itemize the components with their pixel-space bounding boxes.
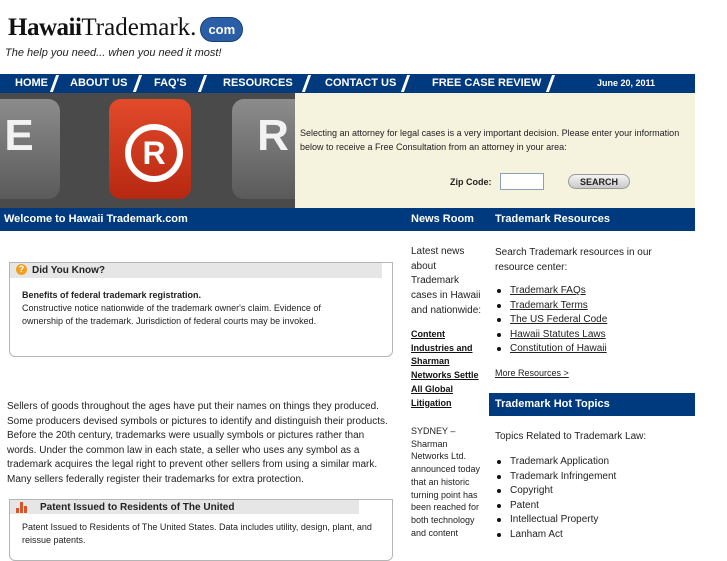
nav-home[interactable]: HOME	[15, 74, 48, 93]
did-you-know-tab: ? Did You Know?	[9, 262, 382, 278]
resources-intro: Search Trademark resources in our resour…	[495, 247, 652, 273]
list-item: Intellectual Property	[495, 513, 616, 528]
tagline: The help you need... when you need it mo…	[5, 47, 222, 59]
list-item: Trademark Application	[495, 455, 616, 470]
news-headline-link[interactable]: Content Industries and Sharman Networks …	[411, 328, 483, 410]
zip-code-input[interactable]	[500, 173, 544, 190]
news-room-heading: News Room	[405, 208, 489, 231]
logo-bold-text: Hawaii	[8, 14, 82, 41]
list-item[interactable]: Trademark FAQs	[495, 284, 607, 299]
resource-link-faqs[interactable]: Trademark FAQs	[510, 285, 586, 296]
list-item[interactable]: Constitution of Hawaii	[495, 342, 607, 357]
nav-divider	[301, 75, 312, 92]
key-registered: R	[109, 99, 191, 199]
bar-chart-icon	[16, 502, 28, 513]
hero-keyboard-image: E R R	[0, 93, 295, 208]
nav-about-us[interactable]: ABOUT US	[70, 74, 127, 93]
hot-topics-list: Trademark Application Trademark Infringe…	[495, 455, 616, 543]
list-item[interactable]: Hawaii Statutes Laws	[495, 328, 607, 343]
zip-code-label: Zip Code:	[450, 177, 492, 187]
list-item: Copyright	[495, 484, 616, 499]
nav-free-case-review[interactable]: FREE CASE REVIEW	[432, 74, 541, 93]
hot-topics-heading: Trademark Hot Topics	[489, 393, 695, 416]
resource-link-federal-code[interactable]: The US Federal Code	[510, 314, 607, 325]
more-resources-link[interactable]: More Resources >	[495, 368, 569, 378]
nav-divider	[545, 75, 556, 92]
welcome-heading: Welcome to Hawaii Trademark.com	[0, 208, 405, 231]
resource-link-terms[interactable]: Trademark Terms	[510, 300, 588, 311]
did-you-know-title: Did You Know?	[32, 265, 105, 276]
logo-text: Trademark.	[81, 14, 197, 41]
fact-title: Benefits of federal trademark registrati…	[22, 290, 202, 300]
nav-date: June 20, 2011	[597, 78, 656, 88]
list-item[interactable]: The US Federal Code	[495, 313, 607, 328]
resources-list: Trademark FAQs Trademark Terms The US Fe…	[495, 284, 607, 357]
patent-tab: Patent Issued to Residents of The United	[9, 499, 359, 514]
list-item: Lanham Act	[495, 528, 616, 543]
registered-symbol-icon: R	[125, 124, 183, 182]
consultation-text: Selecting an attorney for legal cases is…	[300, 128, 680, 152]
patent-title: Patent Issued to Residents of The United	[40, 502, 235, 513]
fact-body: Constructive notice nationwide of the tr…	[22, 303, 321, 326]
resource-link-hawaii-statutes[interactable]: Hawaii Statutes Laws	[510, 329, 606, 340]
nav-contact-us[interactable]: CONTACT US	[325, 74, 396, 93]
resource-link-constitution[interactable]: Constitution of Hawaii	[510, 343, 607, 354]
nav-faqs[interactable]: FAQ'S	[154, 74, 187, 93]
list-item: Trademark Infringement	[495, 470, 616, 485]
key-r: R	[232, 99, 295, 199]
nav-resources[interactable]: RESOURCES	[223, 74, 293, 93]
nav-divider	[400, 75, 411, 92]
patent-box: Patent Issued to Residents of The United…	[9, 499, 393, 561]
main-nav: HOME ABOUT US FAQ'S RESOURCES CONTACT US…	[0, 74, 695, 93]
nav-divider	[49, 75, 60, 92]
logo-badge: com	[200, 16, 244, 42]
news-body: SYDNEY – Sharman Networks Ltd. announced…	[411, 426, 481, 538]
nav-divider	[132, 75, 143, 92]
hot-topics-intro: Topics Related to Trademark Law:	[495, 431, 647, 442]
key-e: E	[0, 99, 60, 199]
intro-paragraph: Sellers of goods throughout the ages hav…	[7, 401, 388, 485]
consultation-form: Selecting an attorney for legal cases is…	[295, 93, 695, 208]
list-item: Patent	[495, 499, 616, 514]
news-intro: Latest news about Trademark cases in Haw…	[411, 246, 482, 316]
patent-body: Patent Issued to Residents of The United…	[22, 522, 372, 545]
site-logo[interactable]: HawaiiTrademark. com	[8, 14, 244, 42]
did-you-know-box: ? Did You Know? Benefits of federal trad…	[9, 262, 393, 357]
info-icon: ?	[16, 264, 27, 275]
nav-divider	[197, 75, 208, 92]
search-button[interactable]: SEARCH	[568, 174, 630, 189]
list-item[interactable]: Trademark Terms	[495, 299, 607, 314]
trademark-resources-heading: Trademark Resources	[489, 208, 695, 231]
